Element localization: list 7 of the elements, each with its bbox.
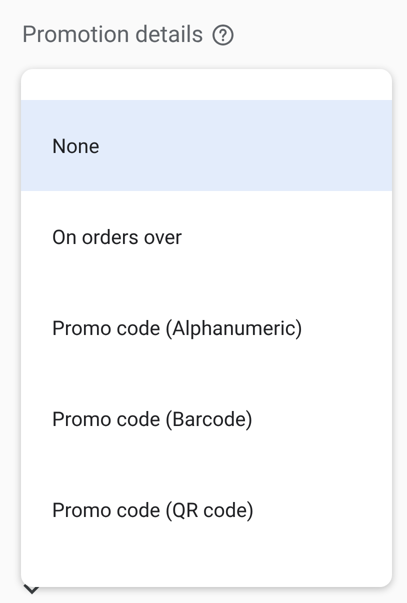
menu-item[interactable]: Promo code (QR code) — [21, 464, 392, 555]
menu-item[interactable]: Promo code (Alphanumeric) — [21, 282, 392, 373]
menu-item[interactable]: On orders over — [21, 191, 392, 282]
section-title: Promotion details — [22, 20, 204, 50]
menu-item[interactable]: Promo code (Barcode) — [21, 373, 392, 464]
help-icon[interactable] — [211, 23, 236, 47]
menu-item[interactable]: None — [21, 100, 392, 191]
